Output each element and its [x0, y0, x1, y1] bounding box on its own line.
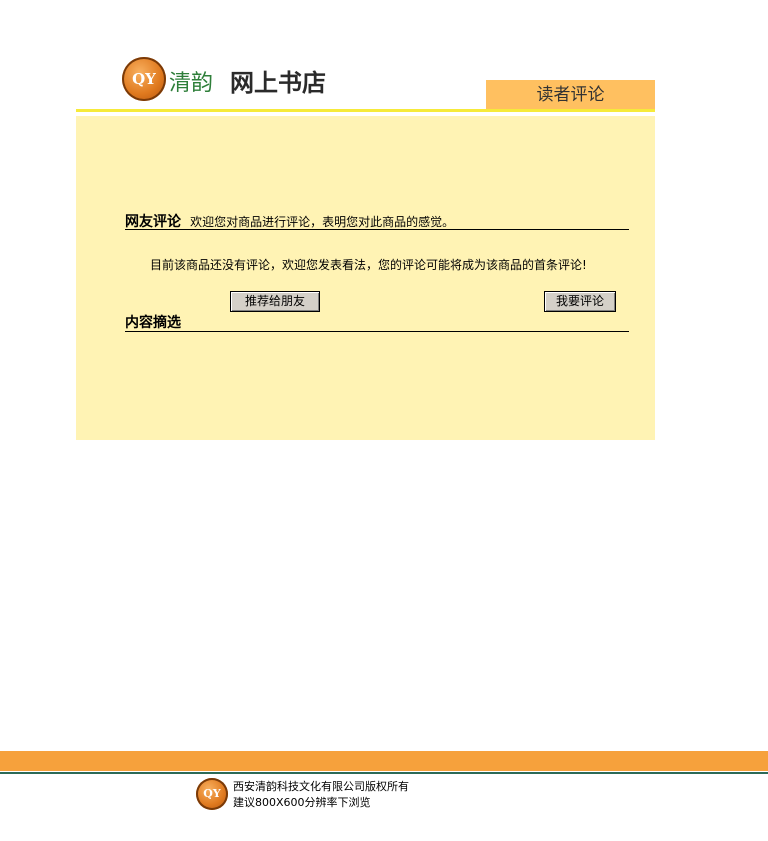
footer-band — [0, 751, 768, 771]
footer-resolution-hint: 建议800X600分辨率下浏览 — [233, 796, 371, 809]
write-review-button[interactable]: 我要评论 — [544, 291, 616, 312]
footer-text: 西安清韵科技文化有限公司版权所有 建议800X600分辨率下浏览 — [233, 779, 409, 811]
footer-copyright: 西安清韵科技文化有限公司版权所有 — [233, 780, 409, 793]
section-tab-reader-reviews: 读者评论 — [486, 80, 655, 110]
reviews-heading: 网友评论 欢迎您对商品进行评论，表明您对此商品的感觉。 — [125, 211, 629, 230]
footer-divider — [0, 772, 768, 774]
brand-name: 清韵 — [169, 71, 214, 96]
reviews-title: 网友评论 — [125, 214, 181, 230]
header-divider — [76, 109, 655, 112]
no-reviews-message: 目前该商品还没有评论，欢迎您发表看法，您的评论可能将成为该商品的首条评论! — [150, 258, 587, 272]
qy-logo-icon: QY — [122, 57, 166, 101]
store-name: 网上书店 — [230, 68, 326, 97]
reviews-description: 欢迎您对商品进行评论，表明您对此商品的感觉。 — [190, 215, 455, 229]
footer-qy-logo-icon: QY — [196, 778, 228, 810]
recommend-to-friend-button[interactable]: 推荐给朋友 — [230, 291, 320, 312]
content-panel — [76, 116, 655, 440]
excerpts-heading: 内容摘选 — [125, 314, 629, 332]
